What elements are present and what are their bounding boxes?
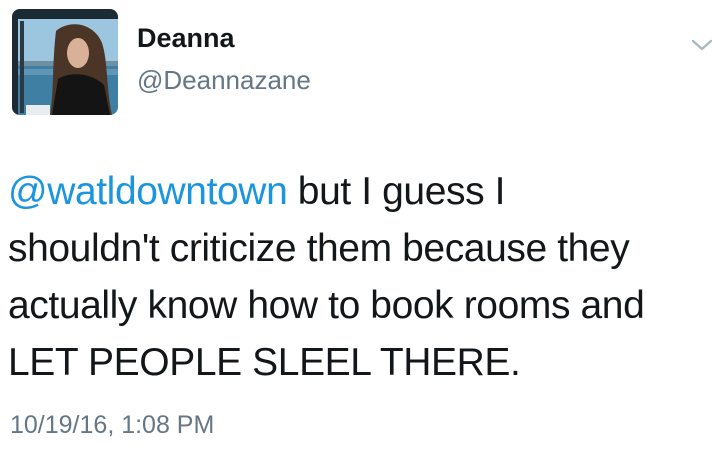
display-name[interactable]: Deanna bbox=[137, 25, 235, 52]
profile-photo bbox=[12, 9, 118, 115]
user-handle[interactable]: @Deannazane bbox=[137, 67, 311, 93]
tweet-text-line-4: LET PEOPLE SLEEL THERE. bbox=[8, 341, 521, 384]
tweet-text-segment: but I guess I bbox=[287, 170, 506, 213]
tweet-text-line-1: @watldowntown but I guess I bbox=[8, 163, 712, 220]
tweet-timestamp[interactable]: 10/19/16, 1:08 PM bbox=[10, 413, 214, 438]
tweet-menu-button[interactable] bbox=[690, 36, 714, 54]
tweet-text: @watldowntown but I guess I shouldn't cr… bbox=[8, 163, 712, 391]
chevron-down-icon bbox=[691, 39, 713, 51]
tweet-text-line-2: shouldn't criticize them because they bbox=[8, 227, 630, 270]
tweet-card: Deanna @Deannazane @watldowntown but I g… bbox=[0, 0, 718, 449]
mention-link[interactable]: @watldowntown bbox=[8, 170, 288, 213]
tweet-text-line-3: actually know how to book rooms and bbox=[8, 284, 645, 327]
avatar[interactable] bbox=[12, 9, 118, 115]
